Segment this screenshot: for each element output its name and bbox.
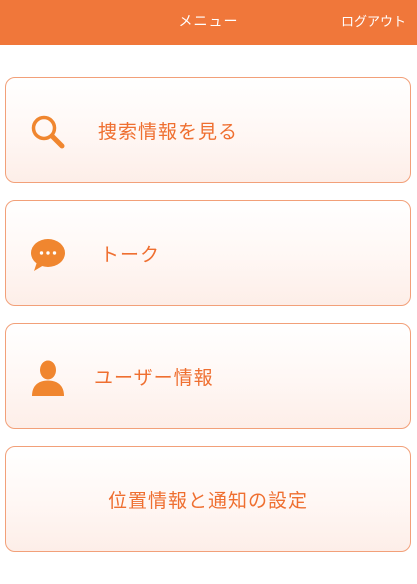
chat-bubble-icon bbox=[31, 239, 65, 271]
menu-item-location-notification-settings[interactable]: 位置情報と通知の設定 bbox=[5, 446, 411, 552]
menu-item-label: 捜索情報を見る bbox=[98, 120, 239, 143]
logout-button[interactable]: ログアウト bbox=[341, 0, 406, 45]
app-header: メニュー ログアウト bbox=[0, 0, 417, 45]
menu-item-talk[interactable]: トーク bbox=[5, 200, 411, 306]
search-icon bbox=[31, 115, 65, 149]
menu-item-user-info[interactable]: ユーザー情報 bbox=[5, 323, 411, 429]
menu-item-label: ユーザー情報 bbox=[94, 366, 214, 389]
menu-item-search-info[interactable]: 捜索情報を見る bbox=[5, 77, 411, 183]
menu-item-label: 位置情報と通知の設定 bbox=[107, 489, 308, 512]
user-icon bbox=[32, 360, 64, 396]
menu-item-label: トーク bbox=[100, 243, 161, 266]
